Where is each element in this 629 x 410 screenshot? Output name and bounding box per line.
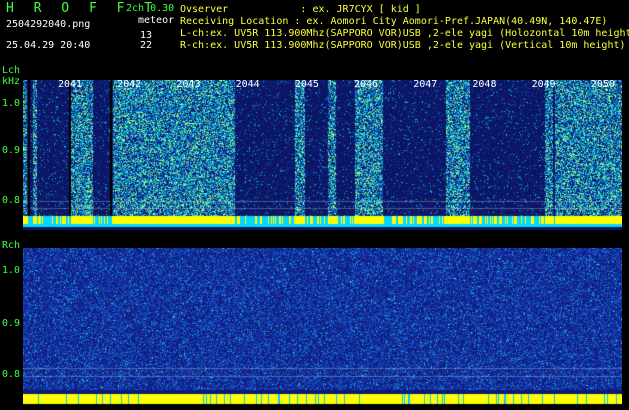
- observer-info: Ovserver : ex. JR7CYX [ kid ]: [180, 4, 421, 15]
- lch-label: Lch: [2, 65, 21, 76]
- location-info: Receiving Location : ex. Aomori City Aom…: [180, 16, 608, 27]
- lch-xtick-2050: 2050: [590, 79, 615, 90]
- mode-label: 2ch 0.30: [126, 3, 175, 14]
- lch-info: L-ch:ex. UV5R 113.900Mhz(SAPPORO VOR)USB…: [180, 28, 629, 39]
- lch-xtick-2041: 2041: [58, 79, 83, 90]
- meteor-label: meteor: [138, 15, 175, 26]
- rch-ytick-2: 0.9: [2, 318, 21, 329]
- rch-spectrogram: [23, 248, 622, 406]
- filename: 2504292040.png: [6, 19, 91, 30]
- lch-xtick-2047: 2047: [413, 79, 438, 90]
- lch-xtick-2044: 2044: [235, 79, 260, 90]
- lch-xtick-2043: 2043: [176, 79, 201, 90]
- lch-xtick-2042: 2042: [117, 79, 142, 90]
- lch-xtick-2045: 2045: [294, 79, 319, 90]
- lch-ytick-2: 0.9: [2, 145, 21, 156]
- lch-xtick-2046: 2046: [354, 79, 379, 90]
- lch-ytick-3: 0.8: [2, 195, 21, 206]
- lch-xtick-2048: 2048: [472, 79, 497, 90]
- lch-ytick-1: 1.0: [2, 98, 21, 109]
- datetime: 25.04.29 20:40: [6, 40, 91, 51]
- rch-ytick-3: 0.8: [2, 369, 21, 380]
- rch-label: Rch: [2, 240, 21, 251]
- lch-spectrogram: [23, 80, 622, 230]
- lch-unit: kHz: [2, 76, 21, 87]
- rch-ytick-1: 1.0: [2, 265, 21, 276]
- rch-info: R-ch:ex. UV5R 113.900Mhz(SAPPORO VOR)USB…: [180, 40, 626, 51]
- meteor-count-rch: 22: [140, 40, 153, 51]
- lch-xtick-2049: 2049: [531, 79, 556, 90]
